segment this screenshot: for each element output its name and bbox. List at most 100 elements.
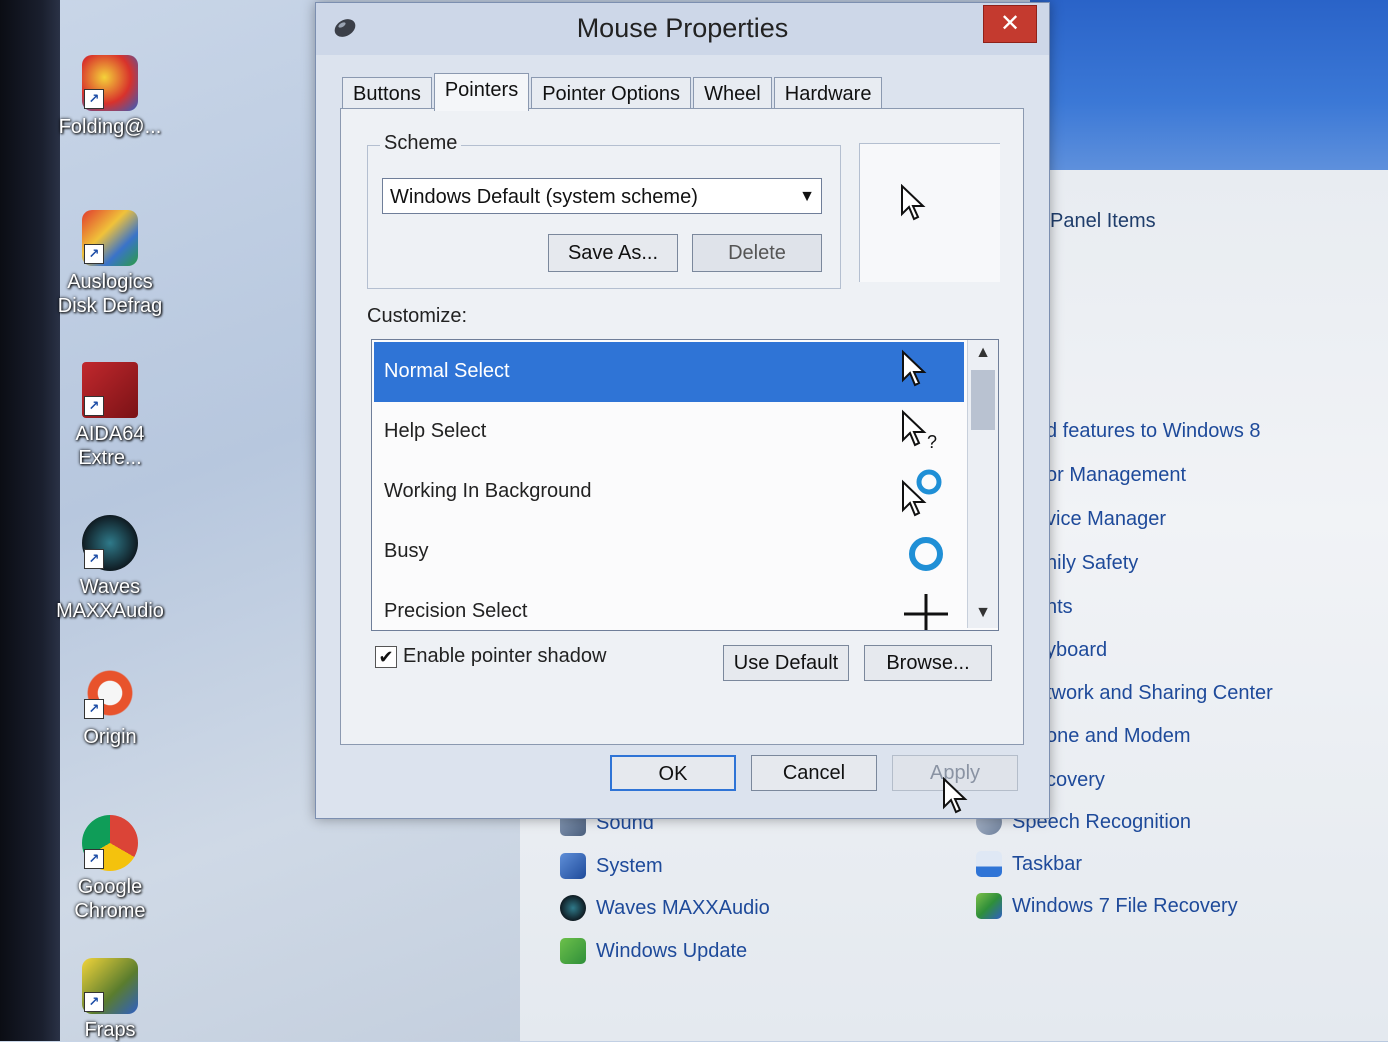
tab-strip: Buttons Pointers Pointer Options Wheel H… [342, 73, 884, 111]
cp-item-family-safety[interactable]: nily Safety [1046, 552, 1138, 575]
list-item[interactable]: Help Select ? [374, 402, 964, 462]
desktop-icon-label: Google [77, 876, 143, 898]
cp-item-label: Taskbar [1012, 852, 1083, 875]
scheme-group: Scheme Windows Default (system scheme) ▼… [367, 132, 841, 289]
cp-item-win7-recovery[interactable]: Windows 7 File Recovery [976, 893, 1238, 919]
desktop-icon-label: Auslogics [67, 271, 153, 293]
list-item-label: Busy [384, 540, 429, 562]
scheme-label: Scheme [380, 132, 462, 155]
ok-button[interactable]: OK [610, 755, 736, 791]
computer-icon [560, 853, 586, 879]
cp-item-phone-modem[interactable]: one and Modem [1046, 725, 1191, 748]
close-button[interactable]: ✕ [983, 5, 1037, 43]
list-item[interactable]: Precision Select [374, 582, 964, 630]
cp-item-fonts[interactable]: nts [1046, 596, 1073, 619]
list-item[interactable]: Normal Select [374, 342, 964, 402]
desktop-icon-label: AIDA64 [75, 423, 145, 445]
enable-shadow-checkbox[interactable]: ✔ [375, 646, 397, 668]
mouse-pointer-icon [943, 777, 968, 814]
cp-item-system[interactable]: System [560, 853, 663, 879]
tab-pointer-options[interactable]: Pointer Options [531, 77, 692, 110]
list-item-label: Help Select [384, 420, 487, 442]
working-cursor-icon [902, 469, 942, 517]
desktop-icon-label-line2: Disk Defrag [57, 295, 163, 317]
shortcut-arrow-icon: ↗ [84, 396, 104, 416]
shortcut-arrow-icon: ↗ [84, 992, 104, 1012]
waves-maxxaudio-icon: ↗ [82, 515, 138, 571]
cp-item-label: Windows 7 File Recovery [1012, 894, 1238, 917]
cp-item-recovery[interactable]: covery [1046, 769, 1105, 792]
use-default-button[interactable]: Use Default [723, 645, 849, 681]
windows-update-icon [560, 938, 586, 964]
taskbar-icon [976, 851, 1002, 877]
folding-at-home-icon: ↗ [82, 55, 138, 111]
fraps-icon: ↗ [82, 958, 138, 1014]
shortcut-arrow-icon: ↗ [84, 699, 104, 719]
desktop-icon-origin[interactable]: ↗ Origin [50, 665, 170, 749]
dialog-titlebar[interactable]: Mouse Properties ✕ [316, 3, 1049, 55]
list-item-label: Normal Select [384, 360, 510, 382]
pointer-preview [859, 143, 1000, 282]
cp-item-label: Waves MAXXAudio [596, 896, 770, 919]
cp-item-network-sharing[interactable]: twork and Sharing Center [1046, 682, 1273, 705]
dialog-title: Mouse Properties [576, 13, 789, 43]
desktop-icon-auslogics[interactable]: ↗ Auslogics Disk Defrag [50, 210, 170, 318]
scroll-up-icon[interactable]: ▲ [968, 344, 998, 362]
scheme-dropdown[interactable]: Windows Default (system scheme) ▼ [382, 178, 822, 214]
list-item[interactable]: Busy [374, 522, 964, 582]
scroll-down-icon[interactable]: ▼ [968, 604, 998, 622]
shortcut-arrow-icon: ↗ [84, 89, 104, 109]
desktop-icon-fraps[interactable]: ↗ Fraps [50, 958, 170, 1042]
shortcut-arrow-icon: ↗ [84, 244, 104, 264]
control-panel-title: l Panel Items [1040, 210, 1156, 232]
cp-item-label: System [596, 854, 663, 877]
pointer-list-scrollbar[interactable]: ▲ ▼ [967, 340, 998, 628]
tab-pointers[interactable]: Pointers [433, 73, 530, 111]
cp-item-color-management[interactable]: or Management [1046, 464, 1186, 487]
mouse-properties-dialog: Mouse Properties ✕ Buttons Pointers Poin… [315, 2, 1050, 819]
desktop-icon-label: Folding@... [58, 116, 162, 138]
desktop-icon-label-line2: MAXXAudio [56, 600, 164, 622]
cp-item-device-manager[interactable]: vice Manager [1046, 508, 1166, 531]
crosshair-cursor-icon [904, 594, 948, 630]
desktop-icon-chrome[interactable]: ↗ Google Chrome [50, 815, 170, 923]
auslogics-disk-defrag-icon: ↗ [82, 210, 138, 266]
desktop-icon-label: Waves [79, 576, 141, 598]
desktop-icon-label: Fraps [84, 1019, 136, 1041]
desktop-icon-aida64[interactable]: ↗ AIDA64 Extre... [50, 362, 170, 470]
delete-button[interactable]: Delete [692, 234, 822, 272]
cp-item-waves[interactable]: Waves MAXXAudio [560, 895, 770, 921]
desktop-icon-label-line2: Chrome [74, 900, 146, 922]
tab-hardware[interactable]: Hardware [773, 77, 883, 110]
tab-buttons[interactable]: Buttons [342, 77, 432, 110]
shortcut-arrow-icon: ↗ [84, 849, 104, 869]
tab-wheel[interactable]: Wheel [693, 77, 772, 110]
waves-icon [560, 895, 586, 921]
save-as-button[interactable]: Save As... [548, 234, 678, 272]
svg-text:?: ? [927, 432, 937, 452]
scrollbar-thumb[interactable] [971, 370, 995, 430]
cp-item-windows-update[interactable]: Windows Update [560, 938, 747, 964]
cp-item-add-features[interactable]: d features to Windows 8 [1046, 420, 1261, 443]
chevron-down-icon: ▼ [799, 188, 815, 205]
list-item[interactable]: Working In Background [374, 462, 964, 522]
browse-button[interactable]: Browse... [864, 645, 992, 681]
cancel-button[interactable]: Cancel [751, 755, 877, 791]
desktop-icon-waves[interactable]: ↗ Waves MAXXAudio [50, 515, 170, 623]
arrow-cursor-icon [901, 184, 926, 221]
desktop-icon-folding[interactable]: ↗ Folding@... [50, 55, 170, 139]
pointers-tab-panel: Scheme Windows Default (system scheme) ▼… [340, 108, 1024, 745]
pointer-list: Normal Select Help Select ? Working In B… [371, 339, 999, 631]
shortcut-arrow-icon: ↗ [84, 549, 104, 569]
busy-cursor-icon [909, 537, 943, 571]
desktop-icon-label: Origin [83, 726, 137, 748]
aida64-icon: ↗ [82, 362, 138, 418]
cp-item-keyboard[interactable]: yboard [1046, 639, 1107, 662]
desktop-icon-label-line2: Extre... [78, 447, 142, 469]
enable-shadow-label[interactable]: Enable pointer shadow [403, 645, 606, 668]
customize-label: Customize: [367, 305, 468, 327]
google-chrome-icon: ↗ [82, 815, 138, 871]
cp-item-taskbar[interactable]: Taskbar [976, 851, 1082, 877]
scheme-value: Windows Default (system scheme) [390, 186, 698, 208]
arrow-cursor-icon [902, 349, 927, 387]
